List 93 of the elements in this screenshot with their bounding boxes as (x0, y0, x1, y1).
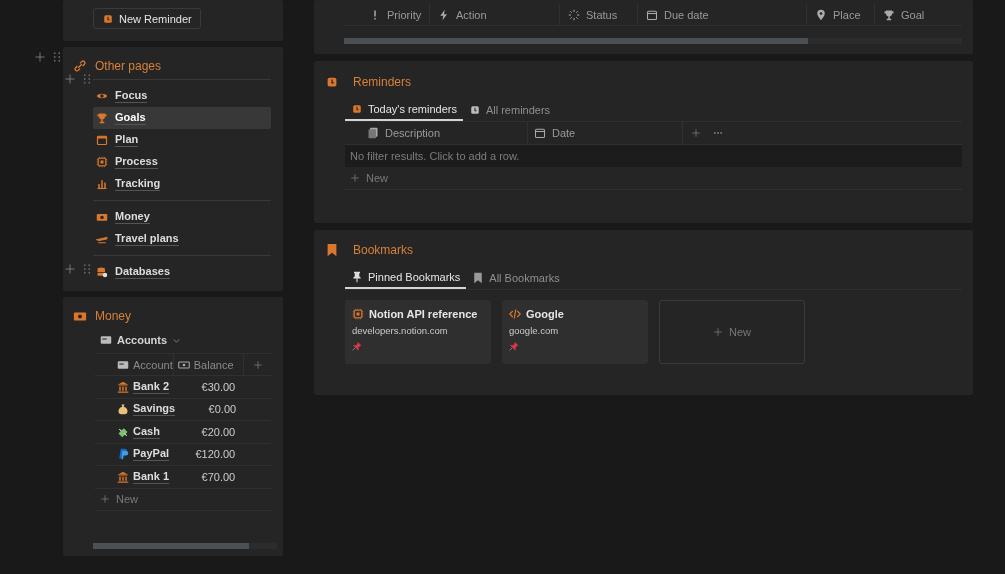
page-link[interactable]: Process (93, 151, 271, 173)
tab[interactable]: All Bookmarks (466, 266, 566, 289)
calendar-icon (534, 127, 546, 139)
pushpin-icon (352, 341, 362, 351)
table-cell[interactable]: Savings (95, 398, 176, 420)
bookmark-icon (325, 243, 339, 257)
column-header[interactable]: Status (560, 4, 638, 25)
calendar-icon (646, 8, 658, 21)
page-link[interactable]: Databases (93, 261, 271, 283)
alarm-clock-icon (102, 12, 114, 25)
pushpin-icon (509, 341, 519, 351)
card-icon (117, 358, 129, 371)
chip-icon (96, 156, 108, 168)
chip-icon (352, 308, 364, 320)
table-cell[interactable]: Cash (95, 421, 173, 443)
card-url: google.com (509, 325, 560, 336)
banknote-icon (96, 211, 108, 223)
column-header[interactable]: Date (528, 122, 683, 144)
document-icon (367, 127, 379, 139)
table-cell[interactable]: Bank 2 (95, 376, 173, 398)
new-row-button[interactable]: New (345, 167, 962, 190)
new-card-button[interactable]: New (659, 300, 805, 364)
tab[interactable]: All reminders (462, 98, 557, 121)
card-url: developers.notion.com (352, 325, 449, 336)
bookmark-card[interactable]: Notion API reference developers.notion.com (345, 300, 491, 364)
calendar-icon (96, 134, 108, 146)
bank-icon (117, 380, 129, 393)
drag-handle-icon[interactable] (81, 263, 93, 275)
loading-icon (568, 8, 580, 21)
bar-chart-icon (96, 178, 108, 190)
plus-icon[interactable] (64, 73, 76, 85)
section-title: Bookmarks (353, 243, 414, 257)
table-cell[interactable]: Bank 1 (95, 466, 173, 488)
tab[interactable]: Today's reminders (345, 98, 463, 121)
section-title: Money (95, 309, 132, 323)
plus-icon[interactable] (64, 263, 76, 275)
page-link[interactable]: Travel plans (93, 228, 271, 250)
column-header[interactable]: Due date (638, 4, 807, 25)
column-header[interactable]: Description (345, 122, 528, 144)
money-bag-icon (117, 403, 129, 416)
plus-icon[interactable] (252, 359, 263, 370)
plus-icon (713, 327, 723, 337)
scrollbar[interactable] (93, 543, 277, 549)
code-icon (509, 308, 521, 320)
alarm-clock-icon (325, 75, 339, 89)
section-title: Other pages (95, 59, 162, 73)
table-cell-text: €20.00 (200, 424, 237, 440)
trophy-icon (883, 8, 895, 21)
tab[interactable]: Pinned Bookmarks (345, 266, 467, 289)
view-selector[interactable]: Accounts (100, 332, 271, 348)
column-header[interactable]: Action (430, 4, 560, 25)
page-link[interactable]: Focus (93, 85, 271, 107)
table-cell[interactable]: PayPal (95, 443, 173, 465)
card-icon (100, 334, 112, 346)
page-link[interactable]: Money (93, 206, 271, 228)
empty-row[interactable]: No filter results. Click to add a row. (345, 145, 962, 167)
logo-icon (117, 448, 129, 461)
bookmark-card[interactable]: Google google.com (502, 300, 648, 364)
column-header[interactable]: Account (95, 354, 174, 375)
column-header[interactable]: Place (807, 4, 875, 25)
column-header[interactable]: Goal (875, 4, 962, 25)
plus-icon (100, 494, 110, 505)
banknote-icon (177, 358, 190, 371)
card-title: Notion API reference (369, 308, 478, 320)
map-pin-icon (815, 8, 827, 21)
page-link[interactable]: Plan (93, 129, 271, 151)
pushpin-icon (351, 270, 363, 283)
table-cell-text: €0.00 (207, 402, 238, 418)
table-cell-text: €120.00 (194, 447, 237, 463)
section-title: Reminders (353, 75, 412, 89)
link-icon (73, 59, 87, 73)
column-header[interactable]: Priority (345, 4, 430, 25)
table-cell-text: €70.00 (200, 469, 237, 485)
plus-icon[interactable] (34, 51, 46, 63)
new-row-button[interactable]: New (95, 488, 271, 511)
lightning-icon (438, 8, 450, 21)
plus-icon (350, 173, 360, 183)
drag-handle-icon[interactable] (51, 51, 63, 63)
bookmark-icon (472, 271, 485, 284)
column-header[interactable]: Balance (173, 354, 245, 375)
page-link[interactable]: Goals (93, 107, 271, 129)
trophy-icon (96, 112, 108, 124)
alarm-clock-icon (468, 103, 481, 116)
scrollbar[interactable] (344, 38, 962, 44)
drag-handle-icon[interactable] (81, 73, 93, 85)
plus-icon[interactable] (691, 128, 701, 138)
card-title: Google (526, 308, 564, 320)
alarm-clock-icon (351, 102, 363, 115)
new-reminder-button[interactable]: New Reminder (93, 8, 201, 29)
page-link[interactable]: Tracking (93, 173, 271, 195)
table-cell-text: €30.00 (200, 379, 237, 395)
database-icon (96, 266, 108, 278)
bank-icon (117, 470, 129, 483)
